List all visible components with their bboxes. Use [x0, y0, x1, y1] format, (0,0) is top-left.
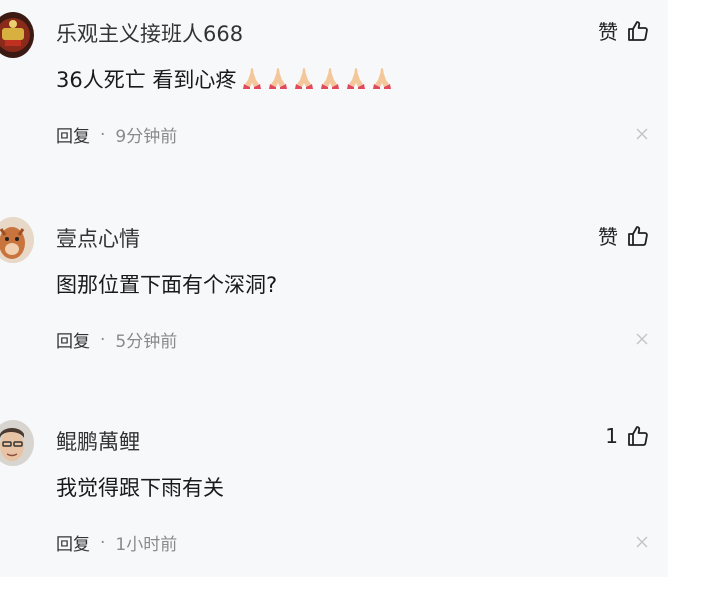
pray-emoji	[347, 68, 366, 89]
close-icon[interactable]	[636, 128, 648, 140]
pray-emoji	[269, 68, 288, 89]
like-label: 赞	[598, 20, 618, 44]
like-count: 1	[605, 424, 618, 448]
pray-emoji	[243, 68, 262, 89]
close-icon[interactable]	[636, 536, 648, 548]
comment-item: 壹点心情 赞 图那位置下面有个深洞? 回复 · 5分钟前	[0, 205, 668, 395]
timestamp: 5分钟前	[115, 332, 178, 352]
like-label: 赞	[598, 225, 618, 249]
thumbs-up-icon	[628, 426, 648, 446]
avatar[interactable]	[0, 420, 34, 466]
like-button[interactable]: 赞	[598, 221, 650, 250]
avatar[interactable]	[0, 12, 34, 58]
comment-text: 36人死亡 看到心疼	[56, 64, 394, 94]
reply-button[interactable]: 回复	[56, 530, 90, 555]
timestamp: 1小时前	[115, 535, 178, 555]
comment-panel: 乐观主义接班人668 赞 36人死亡 看到心疼 回复 · 9分钟前 壹点心情 赞…	[0, 0, 668, 577]
pray-emoji	[321, 68, 340, 89]
like-button[interactable]: 1	[605, 424, 650, 448]
username[interactable]: 壹点心情	[56, 223, 140, 253]
reply-button[interactable]: 回复	[56, 327, 90, 352]
comment-text: 图那位置下面有个深洞?	[56, 273, 278, 297]
like-button[interactable]: 赞	[598, 16, 650, 45]
separator-dot: ·	[100, 532, 106, 553]
comment-item: 乐观主义接班人668 赞 36人死亡 看到心疼 回复 · 9分钟前	[0, 0, 668, 190]
thumbs-up-icon	[628, 225, 648, 246]
comment-meta: 回复 · 9分钟前	[56, 122, 178, 148]
separator-dot: ·	[100, 124, 106, 145]
comment-item: 鲲鹏萬鲤 1 我觉得跟下雨有关 回复 · 1小时前	[0, 408, 668, 598]
avatar[interactable]	[0, 217, 34, 263]
separator-dot: ·	[100, 329, 106, 350]
username[interactable]: 乐观主义接班人668	[56, 18, 243, 48]
username[interactable]: 鲲鹏萬鲤	[56, 426, 140, 456]
comment-meta: 回复 · 1小时前	[56, 530, 178, 556]
close-icon[interactable]	[636, 333, 648, 345]
pray-emoji	[295, 68, 314, 89]
comment-text: 我觉得跟下雨有关	[56, 476, 224, 500]
reply-button[interactable]: 回复	[56, 122, 90, 147]
pray-emoji	[373, 68, 392, 89]
pray-emoji-group	[240, 65, 394, 89]
thumbs-up-icon	[628, 20, 648, 41]
comment-text-content: 36人死亡 看到心疼	[56, 68, 237, 92]
comment-meta: 回复 · 5分钟前	[56, 327, 178, 353]
timestamp: 9分钟前	[115, 127, 178, 147]
